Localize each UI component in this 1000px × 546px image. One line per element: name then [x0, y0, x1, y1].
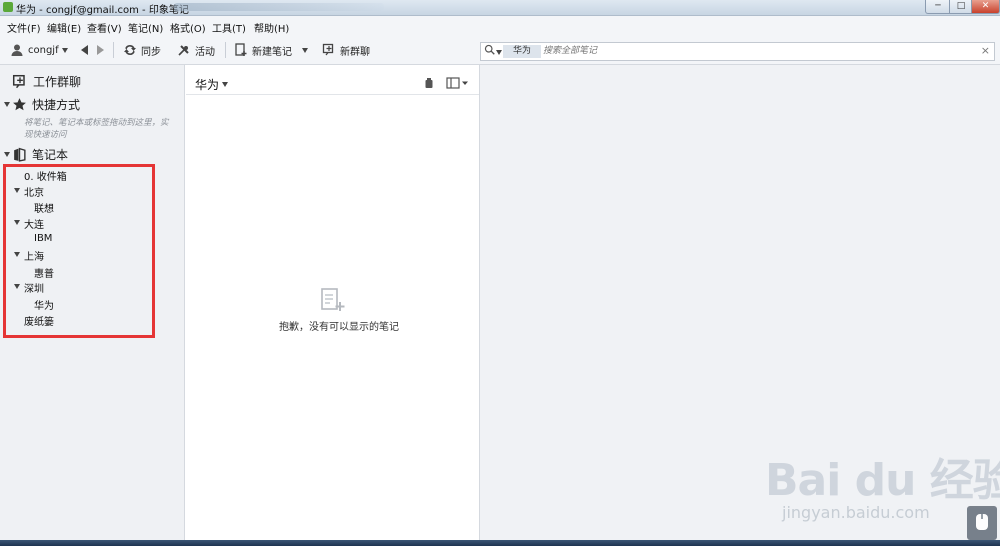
menu-edit[interactable]: 编辑(E) [47, 20, 81, 35]
chevron-down-icon [222, 82, 229, 87]
user-name: congjf [28, 44, 59, 56]
chevron-down-icon [61, 47, 68, 53]
notebook-title-dropdown[interactable]: 华为 [195, 76, 229, 93]
back-arrow-icon [78, 43, 92, 57]
search-scope-tag[interactable]: 华为 [503, 45, 542, 58]
shortcuts-hint: 将笔记、笔记本或标签拖动到这里，实 [24, 118, 169, 128]
toolbar-divider [225, 42, 226, 58]
new-chat-label: 新群聊 [340, 46, 370, 58]
activity-satellite-icon [177, 43, 191, 57]
toolbar-divider [113, 42, 114, 58]
collapse-arrow-icon[interactable] [4, 102, 10, 107]
menu-help[interactable]: 帮助(H) [254, 20, 289, 35]
user-menu-button[interactable]: congjf [10, 42, 68, 58]
activity-label: 活动 [195, 46, 215, 58]
search-box[interactable]: 华为 × [480, 42, 995, 61]
forward-button[interactable] [93, 42, 111, 58]
sidebar-item-notebooks[interactable]: 笔记本 [12, 146, 68, 163]
sync-icon [123, 43, 137, 57]
chevron-down-icon[interactable] [496, 50, 502, 55]
sync-button[interactable]: 同步 [123, 42, 161, 58]
sync-label: 同步 [141, 46, 161, 58]
menu-view[interactable]: 查看(V) [87, 20, 122, 35]
chat-icon [322, 43, 336, 57]
empty-notes-icon [320, 288, 346, 312]
menu-format[interactable]: 格式(O) [170, 20, 206, 35]
activity-button[interactable]: 活动 [177, 42, 215, 58]
minimize-button[interactable]: ─ [925, 0, 951, 14]
user-icon [10, 43, 24, 57]
floating-corner-button[interactable] [967, 506, 997, 540]
menu-tools[interactable]: 工具(T) [212, 20, 246, 35]
menu-file[interactable]: 文件(F) [7, 20, 41, 35]
sidebar-item-label: 工作群聊 [33, 75, 82, 89]
sidebar-item-work-chat[interactable]: 工作群聊 [12, 73, 81, 90]
new-note-label: 新建笔记 [252, 46, 292, 58]
search-input[interactable] [543, 44, 963, 58]
notebook-title: 华为 [195, 78, 220, 92]
chevron-down-icon[interactable] [302, 47, 308, 53]
sidebar-item-label: 快捷方式 [32, 98, 81, 112]
empty-notes-message: 抱歉，没有可以显示的笔记 [279, 322, 399, 333]
title-bar: 华为 - congjf@gmail.com - 印象笔记 ─ □ ✕ [0, 0, 1000, 16]
new-note-button[interactable]: 新建笔记 [234, 42, 308, 58]
notebook-icon [12, 147, 28, 163]
sidebar-item-shortcuts[interactable]: 快捷方式 [12, 96, 80, 113]
new-note-icon [234, 43, 248, 57]
window-title: 华为 - congjf@gmail.com - 印象笔记 [16, 5, 189, 16]
star-icon [12, 97, 28, 113]
close-button[interactable]: ✕ [971, 0, 1000, 14]
forward-arrow-icon [93, 43, 107, 57]
notebook-share-icon[interactable] [423, 77, 435, 89]
blurred-title-region [174, 3, 384, 11]
view-options-button[interactable] [446, 77, 468, 89]
note-list-header-divider [186, 94, 479, 95]
windows-taskbar [0, 540, 1000, 546]
search-icon[interactable] [484, 44, 496, 59]
sidebar-item-label: 笔记本 [32, 148, 69, 162]
baidu-jingyan-watermark-url: jingyan.baidu.com [782, 503, 930, 522]
collapse-arrow-icon[interactable] [4, 152, 10, 157]
baidu-jingyan-watermark-logo: Bai du 经验 [765, 455, 1000, 506]
menu-note[interactable]: 笔记(N) [128, 20, 163, 35]
clear-search-icon[interactable]: × [981, 44, 990, 57]
maximize-button[interactable]: □ [949, 0, 973, 14]
menu-bar: 文件(F) 编辑(E) 查看(V) 笔记(N) 格式(O) 工具(T) 帮助(H… [0, 16, 1000, 36]
shortcuts-hint: 现快速访问 [24, 130, 67, 140]
highlight-annotation-box [3, 164, 155, 338]
chat-icon [12, 74, 28, 90]
evernote-app-icon [3, 2, 13, 12]
new-chat-button[interactable]: 新群聊 [322, 42, 370, 58]
